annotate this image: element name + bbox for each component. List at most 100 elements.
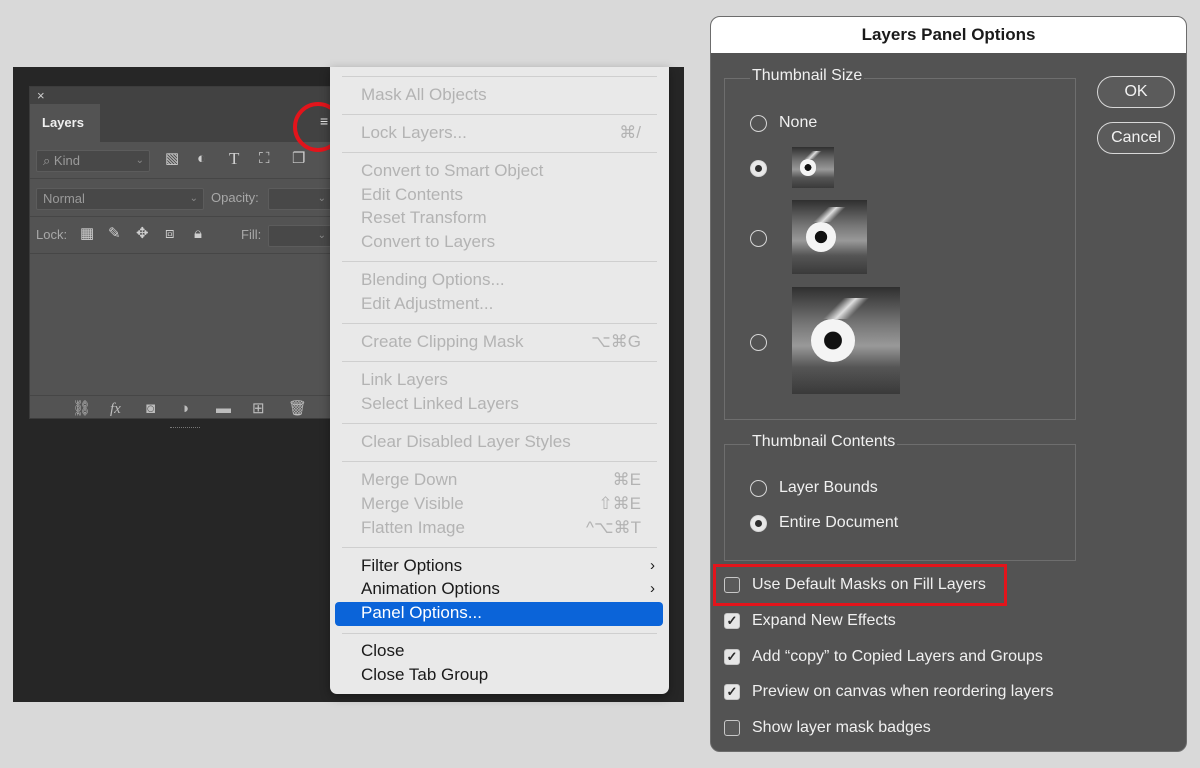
thumbnail-size-none-label: None [779, 114, 818, 131]
menu-item-lock-layers[interactable]: Lock Layers... [361, 122, 467, 144]
sunflower-thumbnail-medium [792, 200, 867, 274]
menu-separator [342, 633, 657, 634]
artboard-nesting-icon[interactable]: ⧈ [165, 225, 175, 243]
lock-row: Lock: ▦ ✎ ✥ ⧈ 🔒︎ Fill: ⌄ [30, 217, 336, 254]
fill-field[interactable]: ⌄ [268, 225, 332, 247]
layer-bounds-label: Layer Bounds [779, 479, 878, 496]
menu-shortcut: ^⌥⌘T [586, 518, 641, 537]
layers-panel-footer: ⛓ fx ◙ ◑ ▬ ⊞ 🗑︎ [30, 395, 336, 425]
smart-object-filter-icon[interactable]: ❐ [292, 150, 305, 168]
menu-item-merge-down[interactable]: Merge Down [361, 469, 457, 491]
layers-panel: × Layers ≡ ⌕ Kind ⌄ ▧ ◐ T ⛶ ❐ Normal ⌄ O… [29, 86, 336, 428]
cancel-button[interactable]: Cancel [1097, 122, 1175, 154]
lock-all-icon[interactable]: 🔒︎ [194, 225, 202, 243]
new-group-icon[interactable]: ▬ [216, 400, 231, 418]
delete-layer-icon[interactable]: 🗑︎ [288, 400, 307, 418]
menu-shortcut: ⌥⌘G [591, 332, 641, 351]
panel-flyout-menu: Mask All Objects Lock Layers... ⌘/ Conve… [330, 67, 669, 694]
shape-filter-icon[interactable]: ⛶ [259, 150, 270, 168]
chevron-right-icon: › [650, 580, 655, 597]
menu-item-edit-adjustment[interactable]: Edit Adjustment... [361, 293, 493, 315]
fill-label: Fill: [241, 227, 262, 242]
menu-separator [342, 461, 657, 462]
sunflower-thumbnail-large [792, 287, 900, 394]
menu-item-create-clipping-mask[interactable]: Create Clipping Mask [361, 331, 524, 353]
lock-label: Lock: [36, 227, 68, 242]
lock-position-icon[interactable]: ✥ [136, 225, 149, 243]
lock-image-pixels-icon[interactable]: ✎ [108, 225, 121, 243]
show-mask-badges-checkbox[interactable] [724, 720, 740, 736]
menu-item-select-linked-layers[interactable]: Select Linked Layers [361, 393, 519, 415]
preview-on-canvas-checkbox[interactable]: ✓ [724, 684, 740, 700]
layers-panel-options-dialog: Layers Panel Options OK Cancel Thumbnail… [710, 16, 1187, 752]
menu-separator [342, 361, 657, 362]
resize-grip[interactable] [170, 427, 200, 429]
menu-item-convert-to-layers[interactable]: Convert to Layers [361, 231, 495, 253]
tab-layers[interactable]: Layers [30, 104, 100, 142]
opacity-label: Opacity: [211, 190, 259, 205]
chevron-down-icon: ⌄ [135, 155, 144, 166]
kind-label: Kind [53, 153, 80, 168]
close-icon[interactable]: × [37, 87, 45, 104]
sunflower-thumbnail-small [792, 147, 834, 188]
kind-filter-select[interactable]: ⌕ Kind ⌄ [36, 150, 150, 172]
menu-item-panel-options[interactable]: Panel Options... [361, 602, 482, 624]
blend-row: Normal ⌄ Opacity: ⌄ [30, 180, 336, 217]
use-default-masks-label: Use Default Masks on Fill Layers [752, 576, 986, 593]
chevron-down-icon: ⌄ [317, 230, 326, 241]
menu-separator [342, 261, 657, 262]
menu-item-close[interactable]: Close [361, 640, 404, 662]
adjustment-layer-icon[interactable]: ◑ [180, 400, 189, 418]
search-icon: ⌕ [43, 153, 51, 168]
adjustment-filter-icon[interactable]: ◐ [197, 150, 206, 168]
layer-bounds-radio[interactable] [750, 480, 767, 497]
link-layers-icon[interactable]: ⛓ [72, 400, 91, 418]
menu-separator [342, 114, 657, 115]
menu-item-close-tab-group[interactable]: Close Tab Group [361, 664, 488, 686]
menu-separator [342, 423, 657, 424]
menu-separator [342, 76, 657, 77]
lock-transparent-pixels-icon[interactable]: ▦ [80, 225, 94, 243]
menu-item-link-layers[interactable]: Link Layers [361, 369, 448, 391]
menu-separator [342, 152, 657, 153]
dialog-title: Layers Panel Options [711, 17, 1186, 53]
thumbnail-size-medium-radio[interactable] [750, 230, 767, 247]
menu-item-reset-transform[interactable]: Reset Transform [361, 207, 487, 229]
chevron-down-icon: ⌄ [189, 193, 198, 204]
thumbnail-size-large-radio[interactable] [750, 334, 767, 351]
thumbnail-size-none-radio[interactable] [750, 115, 767, 132]
preview-on-canvas-label: Preview on canvas when reordering layers [752, 683, 1054, 700]
pixel-filter-icon[interactable]: ▧ [165, 150, 179, 168]
menu-item-convert-to-smart-object[interactable]: Convert to Smart Object [361, 160, 543, 182]
menu-item-blending-options[interactable]: Blending Options... [361, 269, 505, 291]
type-filter-icon[interactable]: T [229, 150, 239, 168]
add-mask-icon[interactable]: ◙ [146, 400, 155, 418]
layers-panel-titlebar: × [30, 87, 334, 104]
thumbnail-contents-group [724, 444, 1076, 561]
thumbnail-size-small-radio[interactable] [750, 160, 767, 177]
menu-item-mask-all-objects[interactable]: Mask All Objects [361, 84, 487, 106]
layers-list[interactable] [30, 255, 336, 373]
menu-item-edit-contents[interactable]: Edit Contents [361, 184, 463, 206]
blend-mode-select[interactable]: Normal ⌄ [36, 188, 204, 210]
use-default-masks-checkbox[interactable] [724, 577, 740, 593]
menu-item-animation-options[interactable]: Animation Options [361, 578, 500, 600]
menu-shortcut: ⇧⌘E [598, 494, 641, 513]
opacity-field[interactable]: ⌄ [268, 188, 332, 210]
show-mask-badges-label: Show layer mask badges [752, 719, 931, 736]
entire-document-radio[interactable] [750, 515, 767, 532]
menu-item-clear-disabled-layer-styles[interactable]: Clear Disabled Layer Styles [361, 431, 571, 453]
menu-shortcut: ⌘E [612, 470, 641, 489]
add-copy-checkbox[interactable]: ✓ [724, 649, 740, 665]
new-layer-icon[interactable]: ⊞ [252, 400, 265, 418]
entire-document-label: Entire Document [779, 514, 899, 531]
thumbnail-size-group [724, 78, 1076, 420]
menu-item-flatten-image[interactable]: Flatten Image [361, 517, 465, 539]
menu-item-filter-options[interactable]: Filter Options [361, 555, 462, 577]
ok-button[interactable]: OK [1097, 76, 1175, 108]
menu-separator [342, 323, 657, 324]
filter-row: ⌕ Kind ⌄ ▧ ◐ T ⛶ ❐ [30, 142, 336, 179]
fx-icon[interactable]: fx [110, 400, 121, 418]
expand-new-effects-checkbox[interactable]: ✓ [724, 613, 740, 629]
menu-item-merge-visible[interactable]: Merge Visible [361, 493, 464, 515]
